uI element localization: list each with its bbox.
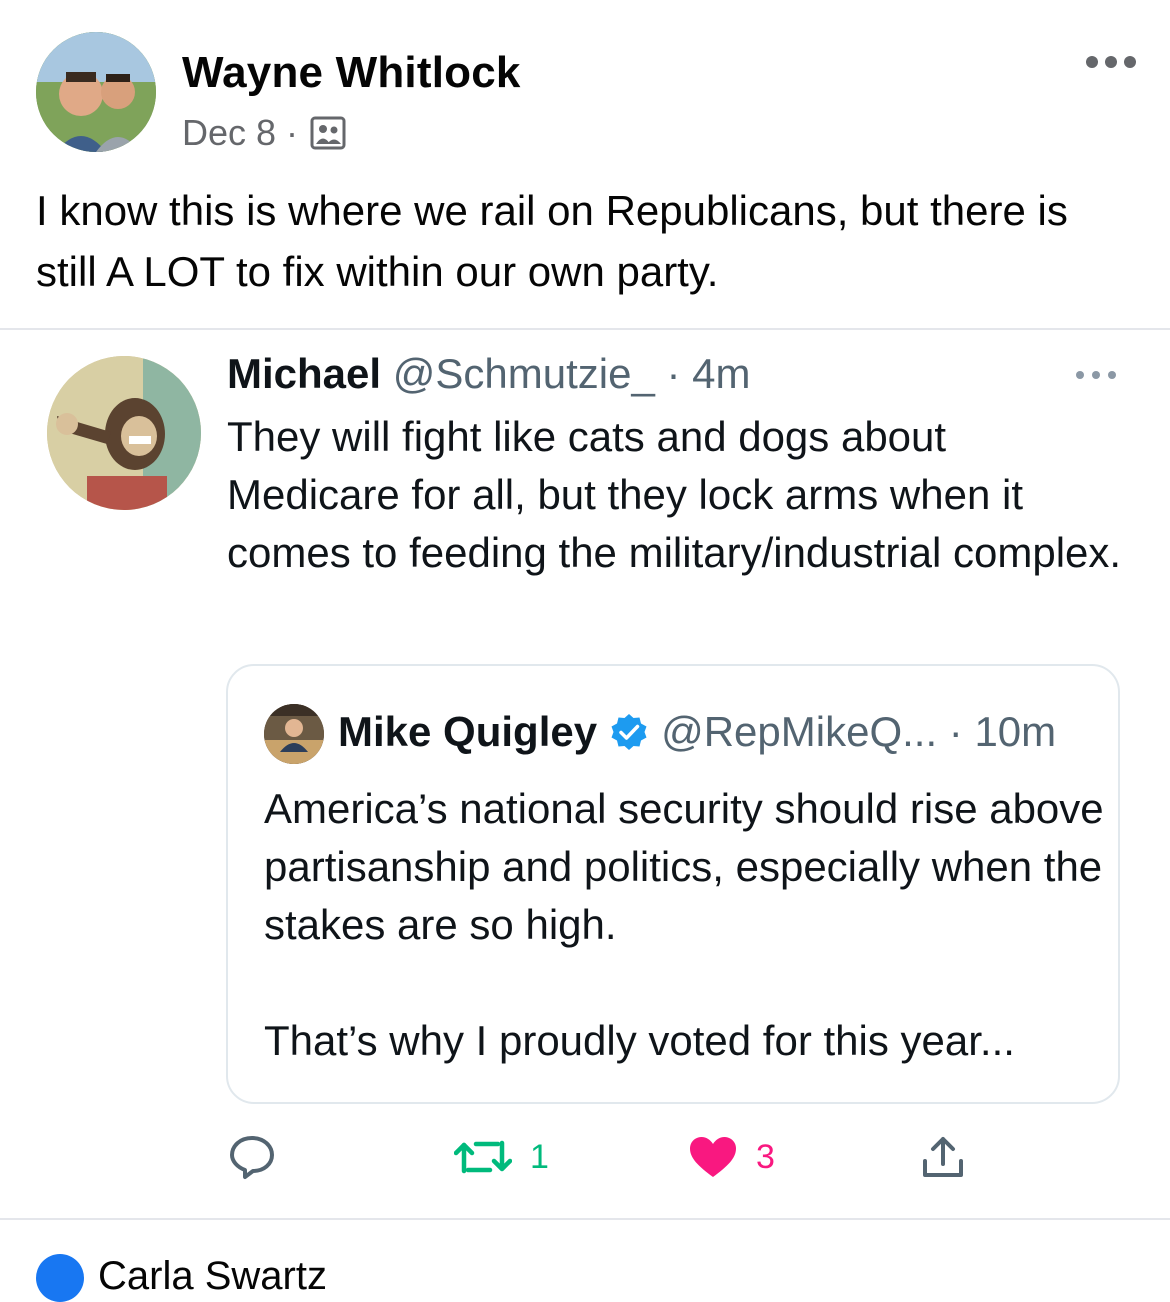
reply-icon <box>228 1134 276 1180</box>
tweet-text: They will fight like cats and dogs about… <box>227 413 1122 576</box>
commenter-avatar[interactable] <box>36 1254 84 1302</box>
divider <box>0 1218 1170 1220</box>
quoted-header: Mike Quigley @RepMikeQ... · 10m <box>338 708 1056 756</box>
quoted-author-avatar <box>264 704 324 764</box>
quoted-text-paragraph: That’s why I proudly voted for this year… <box>264 1017 1015 1064</box>
retweet-button: 1 <box>454 1134 549 1180</box>
tweet-author-avatar <box>47 356 201 510</box>
tweet-more-icon <box>1076 370 1116 380</box>
post-text: I know this is where we rail on Republic… <box>36 187 1068 295</box>
tweet-author-handle: @Schmutzie_ <box>392 350 655 397</box>
tweet-author-name: Michael <box>227 350 382 397</box>
like-button: 3 <box>688 1134 775 1180</box>
quoted-text: America’s national security should rise … <box>264 780 1104 1070</box>
custom-audience-icon[interactable] <box>310 116 346 150</box>
meta-separator: · <box>286 112 299 153</box>
post-date[interactable]: Dec 8 <box>182 112 276 154</box>
tweet-header: Michael @Schmutzie_ · 4m <box>227 350 750 398</box>
share-icon <box>920 1134 966 1180</box>
divider <box>0 328 1170 330</box>
verified-badge-icon <box>609 712 649 752</box>
commenter-name[interactable]: Carla Swartz <box>98 1254 327 1299</box>
quoted-author-name: Mike Quigley <box>338 708 598 755</box>
post-more-options-icon[interactable] <box>1086 52 1136 72</box>
reply-button <box>228 1134 276 1180</box>
quoted-text-paragraph: America’s national security should rise … <box>264 785 1104 948</box>
like-count: 3 <box>756 1137 775 1176</box>
post-meta: Dec 8 · <box>182 112 346 154</box>
heart-icon <box>688 1135 738 1179</box>
retweet-icon <box>454 1137 512 1177</box>
retweet-count: 1 <box>530 1137 549 1176</box>
tweet-time: · 4m <box>666 350 751 397</box>
share-button <box>920 1134 966 1180</box>
author-avatar[interactable] <box>36 32 156 152</box>
post-author-name[interactable]: Wayne Whitlock <box>182 48 521 98</box>
quoted-handle-time: @RepMikeQ... · 10m <box>661 708 1057 755</box>
